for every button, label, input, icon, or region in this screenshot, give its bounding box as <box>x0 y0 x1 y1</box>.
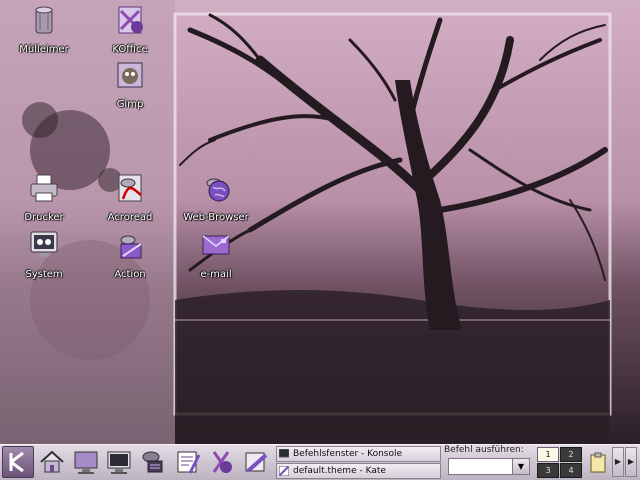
email-icon <box>202 235 230 255</box>
desktop-icon-label: Action <box>114 269 146 280</box>
desktop-icon-trash[interactable]: Mülleimer <box>4 3 84 56</box>
pager-desktop-3[interactable]: 3 <box>537 463 559 478</box>
desktop-icon-label: KOffice <box>112 44 148 55</box>
desktop-icon-label: Mülleimer <box>19 44 69 55</box>
desktop-icon-label: Drucker <box>24 212 64 223</box>
run-command-applet: Befehl ausführen: ▼ <box>443 445 533 481</box>
panel-scroll-arrows: ▶ ▶ <box>612 447 638 479</box>
desktop-icon-system[interactable]: System <box>4 228 84 281</box>
desktop-show-launcher[interactable] <box>71 447 101 477</box>
desktop-show-icon <box>74 451 98 474</box>
run-command-label: Befehl ausführen: <box>444 445 524 455</box>
home-icon <box>40 450 64 473</box>
desktop-background[interactable]: Mülleimer KOffice Gimp Drucker Acroread … <box>0 0 640 444</box>
desktop-icon-acroread[interactable]: Acroread <box>90 171 170 224</box>
trash-icon <box>35 6 53 34</box>
task-list: Befehlsfenster - Konsole default.theme -… <box>276 446 441 480</box>
konsole-icon <box>279 449 289 458</box>
desktop-icon-gimp[interactable]: Gimp <box>90 58 170 111</box>
desktop-icon-label: e-mail <box>200 269 232 280</box>
k-menu-button[interactable] <box>2 446 34 478</box>
kate-icon <box>279 466 289 476</box>
desktop-icon-action[interactable]: Action <box>90 228 170 281</box>
terminal-launcher[interactable] <box>104 447 134 477</box>
run-command-input[interactable]: ▼ <box>448 458 530 475</box>
koffice-icon <box>212 451 232 473</box>
desktop-pager: 1 2 3 4 <box>537 447 583 479</box>
desktop-icon-label: Acroread <box>107 212 153 223</box>
arrow-right-end-icon[interactable]: ▶ <box>625 447 637 477</box>
chevron-down-icon[interactable]: ▼ <box>512 459 529 474</box>
web-browser-icon <box>206 178 230 202</box>
desktop-icon-label: System <box>25 269 63 280</box>
pager-desktop-2[interactable]: 2 <box>560 447 582 462</box>
action-icon <box>120 235 142 259</box>
kwrite-launcher[interactable] <box>172 447 202 477</box>
desktop-icon-web-browser[interactable]: Web-Browser <box>176 171 256 224</box>
desktop-icon-email[interactable]: e-mail <box>176 228 256 281</box>
pager-desktop-4[interactable]: 4 <box>560 463 582 478</box>
package-launcher[interactable] <box>138 447 168 477</box>
package-icon <box>142 451 163 473</box>
k-menu-icon <box>9 451 24 473</box>
task-konsole[interactable]: Befehlsfenster - Konsole <box>276 446 441 462</box>
acroread-icon <box>118 174 142 202</box>
desktop-icon-printer[interactable]: Drucker <box>4 171 84 224</box>
pager-desktop-1[interactable]: 1 <box>537 447 559 462</box>
gimp-icon <box>117 62 143 88</box>
kword-icon <box>245 452 268 473</box>
kwrite-icon <box>177 451 201 474</box>
terminal-icon <box>107 451 131 474</box>
printer-icon <box>30 174 58 202</box>
system-tray <box>588 447 610 479</box>
desktop-icon-koffice[interactable]: KOffice <box>90 3 170 56</box>
task-label: Befehlsfenster - Konsole <box>293 449 403 459</box>
task-kate[interactable]: default.theme - Kate <box>276 463 441 479</box>
system-monitor-icon <box>30 231 58 257</box>
kword-launcher[interactable] <box>240 447 270 477</box>
clipboard-icon[interactable] <box>588 447 608 477</box>
kde-panel: Befehlsfenster - Konsole default.theme -… <box>0 444 640 480</box>
home-launcher[interactable] <box>37 447 67 477</box>
desktop-icon-label: Web-Browser <box>183 212 249 223</box>
arrow-right-icon[interactable]: ▶ <box>612 447 624 477</box>
koffice-icon <box>118 6 143 34</box>
task-label: default.theme - Kate <box>293 466 386 476</box>
desktop-icon-label: Gimp <box>116 99 144 110</box>
koffice-launcher[interactable] <box>206 447 236 477</box>
